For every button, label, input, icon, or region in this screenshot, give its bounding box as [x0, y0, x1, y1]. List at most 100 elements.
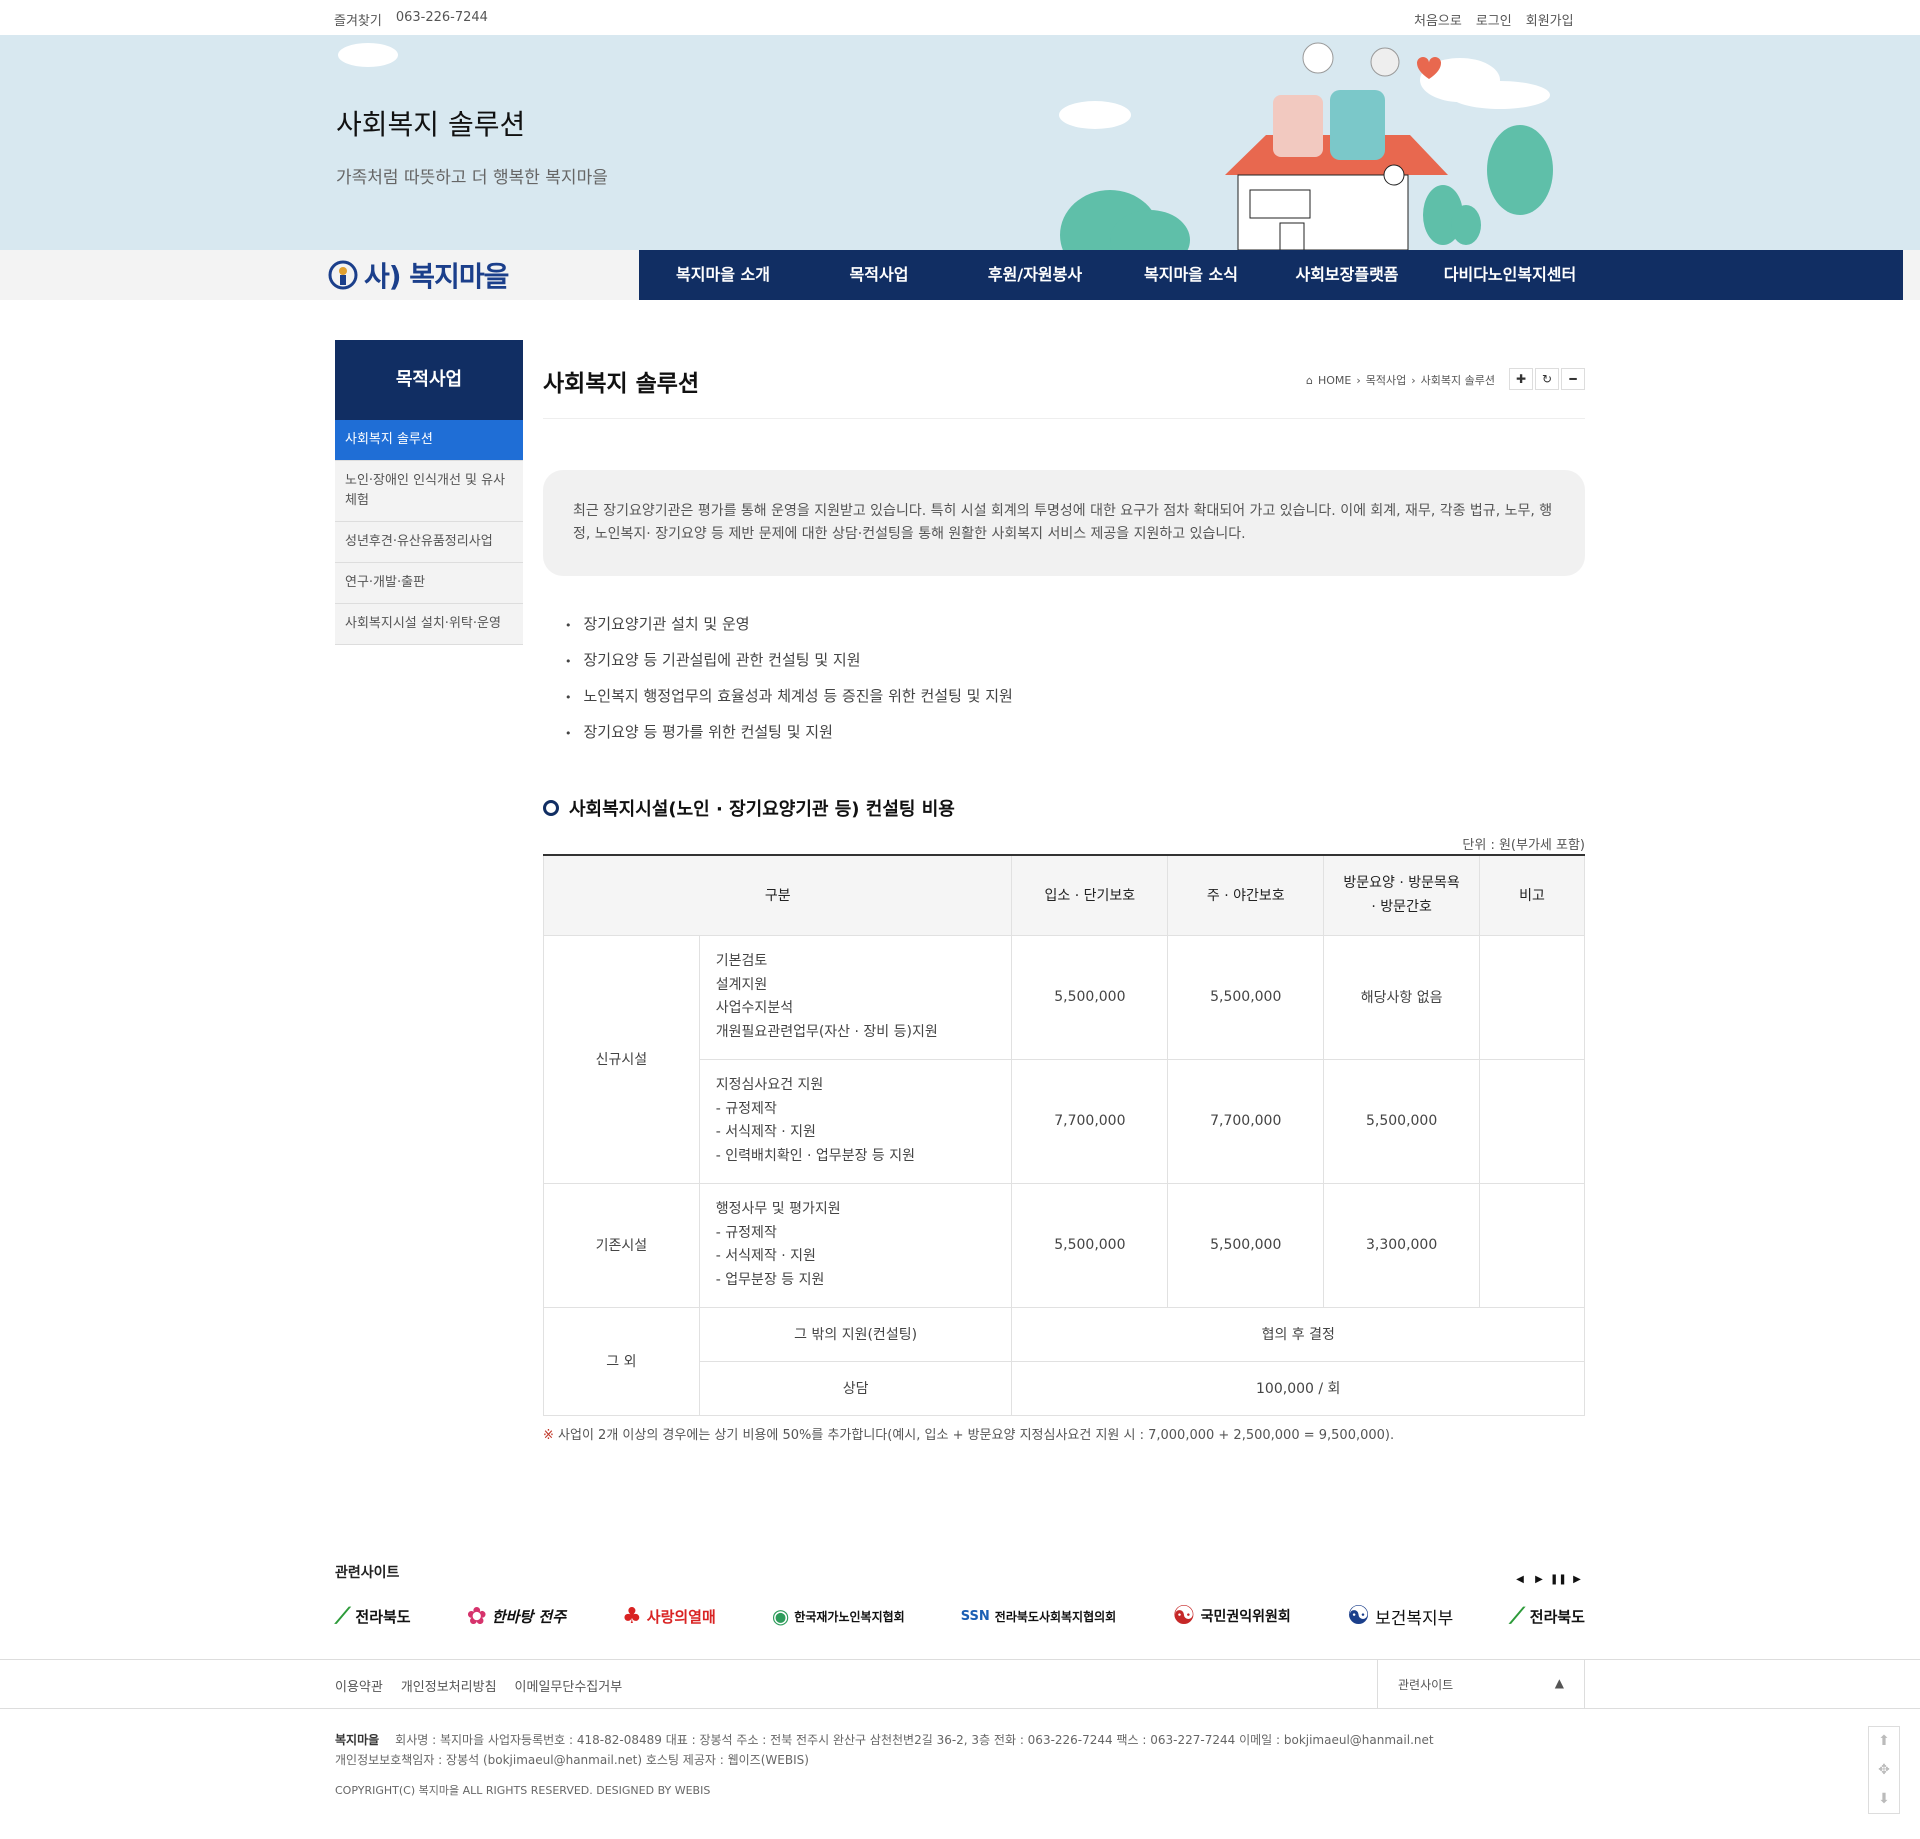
table-header-row: 구분 입소 · 단기보호 주 · 야간보호 방문요양 · 방문목욕 · 방문간호…	[542, 854, 1585, 936]
table-cell	[1479, 934, 1585, 1060]
table-cell: 5,500,000	[1167, 1182, 1325, 1308]
scroll-top-icon[interactable]: ⬆	[1878, 1733, 1890, 1749]
next-icon[interactable]: ▶	[1531, 1572, 1547, 1588]
table-cell: 기본검토 설계지원 사업수지분석 개원필요관련업무(자산 · 장비 등)지원	[698, 934, 1013, 1060]
note-text: 사업이 2개 이상의 경우에는 상기 비용에 50%를 추가합니다(예시, 입소…	[558, 1428, 1395, 1443]
logo-icon	[328, 260, 358, 290]
table-cell: 5,500,000	[1011, 1182, 1169, 1308]
related-logo[interactable]: ⟋ 전라북도	[335, 1592, 411, 1640]
top-utility-bar: 즐겨찾기 063-226-7244 처음으로 로그인 회원가입	[0, 0, 1920, 35]
table-row: 신규시설 기본검토 설계지원 사업수지분석 개원필요관련업무(자산 · 장비 등)지원…	[543, 934, 1585, 1184]
table-cell: 지정심사요건 지원 - 규정제작 - 서식제작 · 지원 - 인력배치확인 · 업무분…	[698, 1058, 1013, 1184]
table-row: 지정심사요건 지원 - 규정제작 - 서식제작 · 지원 - 인력배치확인 · 업무분…	[544, 1058, 1585, 1184]
footer-info-line1: 회사명 : 복지마을 사업자등록번호 : 418-82-08489 대표 : 장…	[395, 1733, 1434, 1747]
banner-title: 사회복지 솔루션	[336, 108, 526, 141]
note-mark: ※	[543, 1428, 554, 1443]
banner-subtitle: 가족처럼 따뜻하고 더 행복한 복지마을	[336, 168, 608, 188]
nav-support[interactable]: 후원/자원봉사	[957, 250, 1113, 300]
email-policy-link[interactable]: 이메일무단수집거부	[515, 1676, 623, 1695]
related-logo[interactable]: ⟋ 전라북도	[1509, 1592, 1585, 1640]
nav-business[interactable]: 목적사업	[801, 250, 957, 300]
footer-company: 복지마을	[335, 1733, 380, 1747]
related-logo[interactable]: ♣ 사랑의열매	[622, 1592, 716, 1640]
chevron-right-icon: ›	[1356, 373, 1361, 387]
list-item: 장기요양기관 설치 및 운영	[565, 606, 1013, 642]
list-item: 장기요양 등 평가를 위한 컨설팅 및 지원	[565, 714, 1013, 750]
scroll-bottom-icon[interactable]: ⬇	[1878, 1791, 1890, 1807]
table-header: 입소 · 단기보호	[1011, 854, 1169, 936]
table-header: 방문요양 · 방문목욕 · 방문간호	[1323, 854, 1481, 936]
nav-platform[interactable]: 사회보장플랫폼	[1269, 250, 1425, 300]
main-nav-wrap: 사) 복지마을 복지마을 소개 목적사업 후원/자원봉사 복지마을 소식 사회보…	[0, 250, 1920, 300]
zoom-in-icon[interactable]: ✚	[1509, 368, 1533, 390]
cost-table: 구분 입소 · 단기보호 주 · 야간보호 방문요양 · 방문목욕 · 방문간호…	[542, 854, 1585, 1416]
table-cell: 5,500,000	[1167, 934, 1325, 1060]
circle-icon	[543, 800, 559, 816]
related-logo[interactable]: ☯ 보건복지부	[1347, 1592, 1454, 1640]
home-link[interactable]: 처음으로	[1414, 10, 1462, 29]
nav-center[interactable]: 다비다노인복지센터	[1425, 250, 1595, 300]
side-item-research[interactable]: 연구·개발·출판	[335, 563, 523, 604]
related-sites: 관련사이트 ◀ ▶ ❚❚ ▶ ⟋ 전라북도 ✿ 한바탕 전주 ♣ 사랑의열매 ◉ 한국재…	[335, 1562, 1585, 1631]
table-cell: 3,300,000	[1323, 1182, 1481, 1308]
breadcrumb-current: 사회복지 솔루션	[1420, 374, 1495, 387]
play-icon[interactable]: ▶	[1569, 1572, 1585, 1588]
list-item: 장기요양 등 기관설립에 관한 컨설팅 및 지원	[565, 642, 1013, 678]
pause-icon[interactable]: ❚❚	[1550, 1572, 1567, 1588]
move-icon: ✥	[1878, 1761, 1890, 1778]
nav-about[interactable]: 복지마을 소개	[645, 250, 801, 300]
side-item-guardianship[interactable]: 성년후견·유산유품정리사업	[335, 522, 523, 563]
table-cell: 협의 후 결정	[1011, 1306, 1585, 1362]
copyright: COPYRIGHT(C) 복지마을 ALL RIGHTS RESERVED. D…	[335, 1784, 711, 1797]
side-menu-title: 목적사업	[335, 340, 523, 420]
table-cell: 7,700,000	[1167, 1058, 1325, 1184]
table-row: 상담 100,000 / 회	[544, 1360, 1585, 1416]
join-link[interactable]: 회원가입	[1526, 10, 1574, 29]
table-cell: 해당사항 없음	[1323, 934, 1481, 1060]
table-note: ※ 사업이 2개 이상의 경우에는 상기 비용에 50%를 추가합니다(예시, …	[543, 1424, 1394, 1443]
main-nav: 복지마을 소개 목적사업 후원/자원봉사 복지마을 소식 사회보장플랫폼 다비다…	[639, 250, 1903, 300]
section-title-text: 사회복지시설(노인 · 장기요양기관 등) 컨설팅 비용	[569, 799, 955, 820]
table-header: 주 · 야간보호	[1167, 854, 1325, 936]
table-cell: 행정사무 및 평가지원 - 규정제작 - 서식제작 · 지원 - 업무분장 등 지원	[698, 1182, 1013, 1308]
login-link[interactable]: 로그인	[1476, 10, 1512, 29]
table-cell: 그 밖의 지원(컨설팅)	[698, 1306, 1013, 1362]
side-item-awareness[interactable]: 노인·장애인 인식개선 및 유사체험	[335, 461, 523, 522]
banner-illustration	[338, 42, 1553, 250]
home-icon: ⌂	[1306, 373, 1313, 387]
footer-divider	[0, 1708, 1920, 1709]
side-menu: 목적사업 사회복지 솔루션 노인·장애인 인식개선 및 유사체험 성년후견·유산…	[335, 340, 523, 645]
related-logo[interactable]: ☯ 국민권익위원회	[1172, 1592, 1290, 1640]
font-tools: ✚ ↻ ━	[1509, 368, 1585, 390]
page-title: 사회복지 솔루션	[543, 371, 700, 397]
site-logo[interactable]: 사) 복지마을	[328, 256, 509, 294]
breadcrumb-home[interactable]: HOME	[1318, 374, 1351, 387]
phone-number: 063-226-7244	[395, 10, 488, 25]
footer-links: 이용약관 개인정보처리방침 이메일무단수집거부	[335, 1676, 622, 1695]
related-title: 관련사이트	[335, 1565, 400, 1581]
table-cell: 상담	[698, 1360, 1013, 1416]
table-cell: 기존시설	[543, 1182, 700, 1308]
reset-icon[interactable]: ↻	[1535, 368, 1559, 390]
footer-info-line2: 개인정보보호책임자 : 장봉석 (bokjimaeul@hanmail.net)…	[335, 1753, 809, 1767]
footer: 이용약관 개인정보처리방침 이메일무단수집거부 관련사이트 ▲ 복지마을 회사명 :…	[0, 1659, 1920, 1839]
bookmark-link[interactable]: 즐겨찾기	[334, 10, 382, 29]
table-row: 그 외 그 밖의 지원(컨설팅) 협의 후 결정	[543, 1306, 1585, 1416]
side-item-facility[interactable]: 사회복지시설 설치·위탁·운영	[335, 604, 523, 645]
prev-icon[interactable]: ◀	[1512, 1572, 1528, 1588]
table-cell: 5,500,000	[1323, 1058, 1481, 1184]
side-item-solution[interactable]: 사회복지 솔루션	[335, 420, 523, 461]
related-logo[interactable]: SSN 전라북도사회복지협의회	[961, 1592, 1116, 1640]
table-row: 기존시설 행정사무 및 평가지원 - 규정제작 - 서식제작 · 지원 - 업무분장 …	[543, 1182, 1585, 1308]
privacy-link[interactable]: 개인정보처리방침	[401, 1676, 497, 1695]
breadcrumb-business[interactable]: 목적사업	[1366, 372, 1406, 388]
related-logo[interactable]: ◉ 한국재가노인복지협회	[772, 1592, 905, 1640]
list-item: 노인복지 행정업무의 효율성과 체계성 등 증진을 위한 컨설팅 및 지원	[565, 678, 1013, 714]
related-logo[interactable]: ✿ 한바탕 전주	[467, 1592, 566, 1640]
related-site-select[interactable]: 관련사이트 ▲	[1377, 1660, 1585, 1708]
zoom-out-icon[interactable]: ━	[1561, 368, 1585, 390]
nav-news[interactable]: 복지마을 소식	[1113, 250, 1269, 300]
unit-label: 단위 : 원(부가세 포함)	[1462, 838, 1585, 853]
terms-link[interactable]: 이용약관	[335, 1676, 383, 1695]
quick-scroll: ⬆ ✥ ⬇	[1868, 1726, 1900, 1814]
